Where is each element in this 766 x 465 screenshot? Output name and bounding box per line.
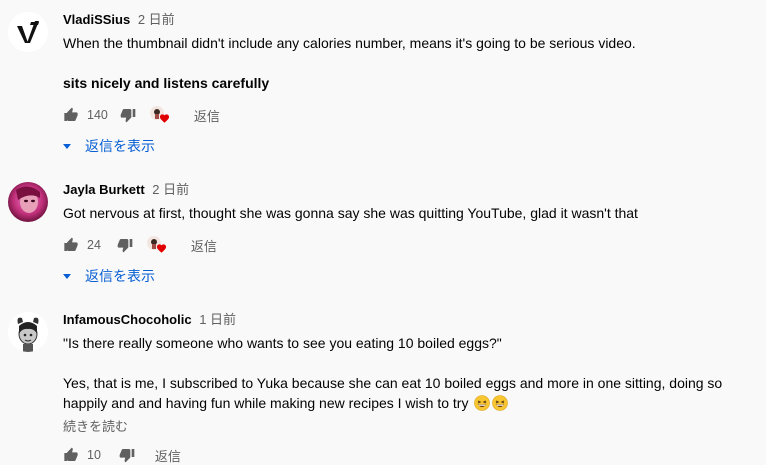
comment-line-text: Yes, that is me, I subscribed to Yuka be… [63,375,723,411]
comment-actions: 140 返信 [63,105,220,125]
thumbs-down-icon [117,239,133,253]
like-count: 140 [87,108,108,122]
author-name[interactable]: InfamousChocoholic [63,312,192,327]
dislike-button[interactable] [119,447,135,463]
view-replies-label: 返信を表示 [85,138,155,154]
thumbs-down-icon [119,449,135,463]
thumbs-up-icon [64,107,78,121]
dislike-button[interactable] [117,237,133,253]
grinning-squinting-face-emoji-icon [492,395,509,411]
view-replies-button[interactable]: 返信を表示 [63,266,155,286]
comment-text: "Is there really someone who wants to se… [63,333,753,413]
heart-icon [159,114,169,123]
like-button[interactable] [63,107,79,123]
comment-header: VladiSSius 2 日前 [63,12,175,28]
comment-line: "Is there really someone who wants to se… [63,335,502,351]
avatar[interactable] [8,182,48,222]
reply-button[interactable]: 返信 [194,106,220,125]
creator-heart-badge [149,106,169,124]
comment-line: Yes, that is me, I subscribed to Yuka be… [63,373,753,413]
timestamp[interactable]: 2 日前 [138,12,175,27]
comment-line: When the thumbnail didn't include any ca… [63,35,636,51]
author-name[interactable]: VladiSSius [63,12,130,27]
avatar[interactable] [8,12,48,52]
like-button[interactable] [63,237,79,253]
thumbs-up-icon [64,237,78,251]
comment-line: Got nervous at first, thought she was go… [63,205,638,221]
caret-down-icon [63,144,71,149]
comment-line: sits nicely and listens carefully [63,75,270,91]
view-replies-button[interactable]: 返信を表示 [63,136,155,156]
avatar[interactable] [8,312,48,352]
like-button[interactable] [63,447,79,463]
comment-actions: 24 返信 [63,235,217,255]
author-name[interactable]: Jayla Burkett [63,182,145,197]
comment-header: InfamousChocoholic 1 日前 [63,312,236,328]
comment-actions: 10 返信 [63,445,181,465]
comment-text: Got nervous at first, thought she was go… [63,203,753,223]
timestamp[interactable]: 1 日前 [199,312,236,327]
timestamp[interactable]: 2 日前 [152,182,189,197]
comment-header: Jayla Burkett 2 日前 [63,182,189,198]
caret-down-icon [63,274,71,279]
like-count: 10 [87,448,101,462]
read-more-button[interactable]: 続きを読む [63,416,128,435]
grinning-squinting-face-emoji-icon [474,395,491,411]
reply-button[interactable]: 返信 [191,236,217,255]
creator-heart-badge [146,236,166,254]
dislike-button[interactable] [120,107,136,123]
reply-button[interactable]: 返信 [155,446,181,465]
comment-text: When the thumbnail didn't include any ca… [63,33,753,93]
like-count: 24 [87,238,101,252]
thumbs-down-icon [120,109,136,123]
view-replies-label: 返信を表示 [85,268,155,284]
heart-icon [156,244,166,253]
thumbs-up-icon [64,447,78,461]
